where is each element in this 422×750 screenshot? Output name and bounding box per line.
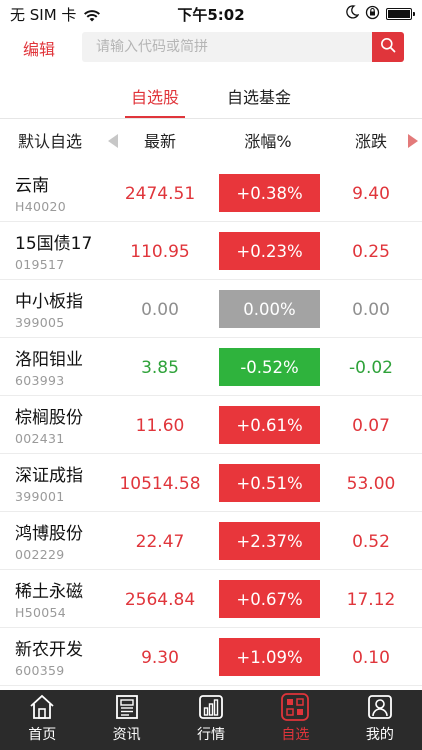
- stock-name: 15国债17: [15, 234, 93, 254]
- stock-row[interactable]: 深证成指 399001 10514.58 +0.51% 53.00: [0, 454, 422, 512]
- change-pct-badge[interactable]: +0.51%: [219, 464, 320, 502]
- tabbar-item-watchlist[interactable]: 自选: [253, 690, 337, 750]
- search-box[interactable]: [82, 32, 404, 62]
- bottom-tab-bar: 首页 资讯 行情 自选 我的: [0, 690, 422, 750]
- change-pct-badge[interactable]: 0.00%: [219, 290, 320, 328]
- change-pct-badge[interactable]: +0.67%: [219, 580, 320, 618]
- stock-code: 019517: [15, 257, 65, 272]
- stock-name: 中小板指: [15, 292, 83, 312]
- status-right: [345, 5, 415, 24]
- tabbar-label: 行情: [197, 727, 226, 743]
- change-pct-badge[interactable]: +0.38%: [219, 174, 320, 212]
- stock-row[interactable]: 新农开发 600359 9.30 +1.09% 0.10: [0, 628, 422, 686]
- change-pct-badge[interactable]: +0.23%: [219, 232, 320, 270]
- tabbar-item-news[interactable]: 资讯: [84, 690, 168, 750]
- divider: [0, 118, 422, 119]
- stock-code: 399001: [15, 489, 65, 504]
- tabbar-label: 我的: [365, 727, 394, 743]
- tabbar-label: 资讯: [112, 727, 141, 743]
- status-left: 无 SIM 卡: [10, 4, 101, 25]
- change-pct-badge[interactable]: -0.52%: [219, 348, 320, 386]
- scroll-left-arrow-icon[interactable]: [108, 134, 118, 148]
- home-icon: [27, 692, 57, 722]
- stock-name: 稀土永磁: [15, 582, 83, 602]
- tab-funds[interactable]: 自选基金: [227, 78, 291, 114]
- stock-row[interactable]: 云南 H40020 2474.51 +0.38% 9.40: [0, 164, 422, 222]
- stock-code: H50054: [15, 605, 66, 620]
- search-header: 编辑: [0, 28, 422, 68]
- stock-row[interactable]: 中小板指 399005 0.00 0.00% 0.00: [0, 280, 422, 338]
- market-icon: [196, 692, 226, 722]
- rotation-lock-icon: [365, 5, 380, 24]
- search-icon: [380, 37, 396, 57]
- stock-row[interactable]: 洛阳钼业 603993 3.85 -0.52% -0.02: [0, 338, 422, 396]
- change-pct-badge[interactable]: +2.37%: [219, 522, 320, 560]
- stock-code: 603993: [15, 373, 65, 388]
- change-pct-badge[interactable]: +0.61%: [219, 406, 320, 444]
- column-name-header[interactable]: 默认自选: [18, 128, 82, 152]
- scroll-right-arrow-icon[interactable]: [408, 134, 418, 148]
- stock-code: H40020: [15, 199, 66, 214]
- watchlist-icon: [280, 692, 310, 722]
- news-icon: [112, 692, 142, 722]
- stock-name: 洛阳钼业: [15, 350, 83, 370]
- stock-code: 002431: [15, 431, 65, 446]
- stock-list: 云南 H40020 2474.51 +0.38% 9.40 15国债17 019517 110…: [0, 164, 422, 686]
- stock-name: 云南: [15, 176, 49, 196]
- tabbar-item-profile[interactable]: 我的: [338, 690, 422, 750]
- stock-row[interactable]: 稀土永磁 H50054 2564.84 +0.67% 17.12: [0, 570, 422, 628]
- stock-row[interactable]: 15国债17 019517 110.95 +0.23% 0.25: [0, 222, 422, 280]
- tabbar-item-market[interactable]: 行情: [169, 690, 253, 750]
- tabbar-label: 自选: [281, 727, 310, 743]
- tabbar-label: 首页: [28, 727, 57, 743]
- stock-row[interactable]: 鸿博股份 002229 22.47 +2.37% 0.52: [0, 512, 422, 570]
- stock-code: 399005: [15, 315, 65, 330]
- stock-name: 鸿博股份: [15, 524, 83, 544]
- stock-code: 600359: [15, 663, 65, 678]
- status-bar: 无 SIM 卡 下午5:02: [0, 0, 422, 28]
- carrier-label: 无 SIM 卡: [10, 5, 77, 24]
- stock-name: 棕榈股份: [15, 408, 83, 428]
- tab-stocks[interactable]: 自选股: [124, 78, 186, 118]
- watchlist-tabs: 自选股 自选基金: [0, 78, 422, 118]
- moon-icon: [345, 5, 360, 23]
- stock-row[interactable]: 棕榈股份 002431 11.60 +0.61% 0.07: [0, 396, 422, 454]
- battery-icon: [386, 8, 415, 20]
- profile-icon: [365, 692, 395, 722]
- stock-name: 新农开发: [15, 640, 83, 660]
- wifi-icon: [84, 8, 101, 22]
- tabbar-item-home[interactable]: 首页: [0, 690, 84, 750]
- column-header: 默认自选 最新 涨幅% 涨跌: [0, 124, 422, 156]
- edit-button[interactable]: 编辑: [0, 36, 78, 60]
- search-input[interactable]: [82, 32, 372, 62]
- stock-code: 002229: [15, 547, 65, 562]
- change-pct-badge[interactable]: +1.09%: [219, 638, 320, 676]
- stock-name: 深证成指: [15, 466, 83, 486]
- search-button[interactable]: [372, 32, 404, 62]
